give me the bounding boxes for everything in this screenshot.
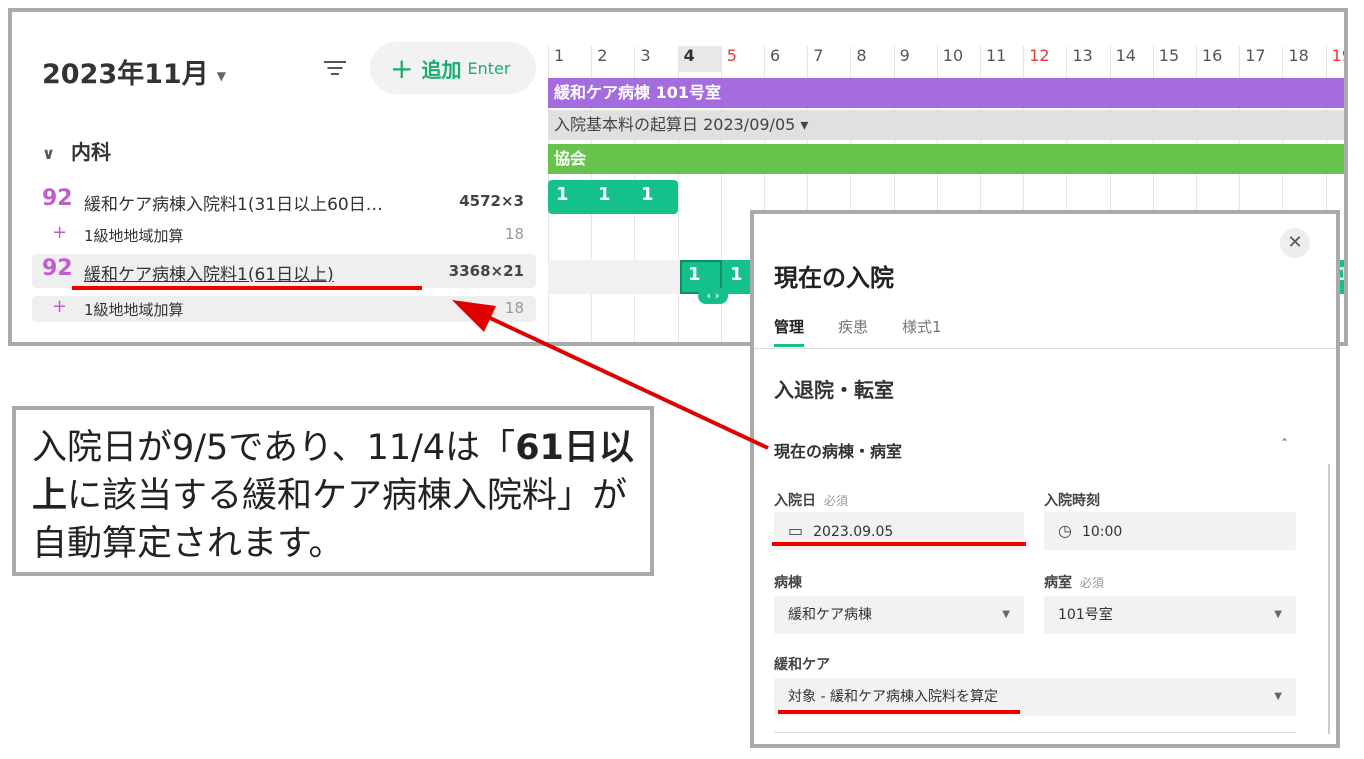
fee-cell[interactable]: 1 (598, 184, 611, 205)
row-label: 緩和ケア病棟入院料1(31日以上60日… (84, 195, 383, 215)
admit-time-field[interactable]: ◷ 10:00 (1044, 512, 1296, 550)
palliative-care-value: 対象 - 緩和ケア病棟入院料を算定 (788, 689, 998, 705)
fee-subrow[interactable]: + 1級地地域加算 18 (32, 222, 536, 248)
day-7[interactable]: 7 (807, 46, 850, 72)
annotation-underline (778, 710, 1020, 714)
room-label: 病室 必須 (1044, 572, 1104, 592)
month-selector[interactable]: 2023年11月 ▼ (42, 52, 226, 91)
dropdown-arrow-icon: ▼ (1274, 609, 1282, 620)
day-1[interactable]: 1 (548, 46, 591, 72)
scrollbar[interactable] (1328, 464, 1330, 734)
plus-icon: + (390, 51, 414, 85)
subrow-label: 1級地地域加算 (84, 301, 184, 319)
tab-diseases[interactable]: 疾患 (838, 316, 868, 337)
annotation-underline (772, 542, 1026, 546)
add-button-label: 追加 (421, 57, 462, 82)
add-button[interactable]: + 追加 Enter (370, 42, 536, 94)
room-value: 101号室 (1058, 607, 1113, 623)
add-button-shortcut: Enter (467, 58, 511, 78)
department-group[interactable]: ∨ 内科 (42, 136, 111, 165)
tab-form1[interactable]: 様式1 (902, 316, 942, 337)
annotation-text-part: 入院日が9/5であり、11/4は「 (32, 428, 516, 468)
day-5[interactable]: 5 (721, 46, 764, 72)
fee-cell[interactable]: 1 (641, 184, 654, 205)
palliative-care-label: 緩和ケア (774, 657, 830, 673)
annotation-callout: 入院日が9/5であり、11/4は「61日以上に該当する緩和ケア病棟入院料」が自動… (12, 406, 654, 576)
resize-handle-icon[interactable]: ‹ › (698, 288, 728, 304)
day-10[interactable]: 10 (937, 46, 980, 72)
row-number: 92 (42, 186, 73, 211)
day-3[interactable]: 3 (634, 46, 677, 72)
day-12[interactable]: 12 (1023, 46, 1066, 72)
admission-dialog: ✕ 現在の入院 管理 疾患 様式1 入退院・転室 現在の病棟・病室 ˆ 入院日必… (750, 210, 1340, 748)
day-19[interactable]: 19 (1326, 46, 1344, 72)
day-18[interactable]: 18 (1282, 46, 1325, 72)
fee-cell[interactable]: 1 (556, 184, 569, 205)
admit-time-label: 入院時刻 (1044, 493, 1100, 509)
annotation-text: 入院日が9/5であり、11/4は「61日以上に該当する緩和ケア病棟入院料」が自動… (32, 424, 642, 568)
dropdown-arrow-icon: ▼ (1002, 609, 1010, 620)
room-label-text: 病室 (1044, 575, 1072, 591)
day-16[interactable]: 16 (1196, 46, 1239, 72)
admit-date-label: 入院日 必須 (774, 490, 848, 510)
annotation-underline (72, 286, 422, 290)
day-15[interactable]: 15 (1153, 46, 1196, 72)
day-2[interactable]: 2 (591, 46, 634, 72)
tab-management[interactable]: 管理 (774, 316, 804, 337)
admit-date-label-text: 入院日 (774, 493, 816, 509)
fee-row[interactable]: 92 緩和ケア病棟入院料1(31日以上60日… 4572×3 (32, 184, 536, 218)
insurer-bar[interactable]: 協会 (548, 144, 1344, 174)
chevron-down-icon: ∨ (42, 144, 55, 163)
day-13[interactable]: 13 (1066, 46, 1109, 72)
row-number: 92 (42, 256, 73, 281)
tab-indicator (774, 344, 804, 347)
ward-select[interactable]: 緩和ケア病棟 ▼ (774, 596, 1024, 634)
plus-icon: + (52, 222, 68, 243)
dialog-title: 現在の入院 (774, 264, 894, 292)
subrow-number: 18 (504, 225, 524, 243)
close-icon[interactable]: ✕ (1280, 228, 1310, 258)
room-select[interactable]: 101号室 ▼ (1044, 596, 1296, 634)
divider (774, 732, 1296, 733)
required-mark: 必須 (1080, 576, 1105, 590)
day-14[interactable]: 14 (1110, 46, 1153, 72)
fee-row-selected[interactable]: 92 緩和ケア病棟入院料1(61日以上) 3368×21 (32, 254, 536, 288)
department-name: 内科 (71, 140, 111, 164)
row-label: 緩和ケア病棟入院料1(61日以上) (84, 265, 334, 285)
admit-date-value: 2023.09.05 (813, 524, 894, 540)
row-quantity: 4572×3 (459, 192, 524, 210)
fee-subrow[interactable]: + 1級地地域加算 18 (32, 296, 536, 322)
clock-icon: ◷ (1058, 521, 1072, 540)
section-title: 入退院・転室 (774, 378, 894, 402)
fee-cell: 1 (688, 264, 701, 285)
row-quantity: 3368×21 (448, 262, 524, 280)
day-6[interactable]: 6 (764, 46, 807, 72)
ward-value: 緩和ケア病棟 (788, 607, 872, 623)
annotation-text-part: に該当する緩和ケア病棟入院料」が自動算定されます。 (32, 476, 628, 564)
dropdown-arrow-icon: ▼ (1274, 691, 1282, 702)
fee-bar[interactable]: 1 1 1 (548, 180, 678, 214)
subsection-title[interactable]: 現在の病棟・病室 (774, 438, 902, 462)
caret-down-icon: ▼ (216, 68, 226, 83)
plus-icon: + (52, 296, 68, 317)
admit-time-value: 10:00 (1081, 524, 1123, 540)
filter-icon[interactable] (324, 58, 346, 78)
required-mark: 必須 (824, 494, 849, 508)
month-label: 2023年11月 (42, 59, 209, 90)
day-4[interactable]: 4 (677, 46, 721, 72)
day-8[interactable]: 8 (850, 46, 893, 72)
day-11[interactable]: 11 (980, 46, 1023, 72)
subrow-label: 1級地地域加算 (84, 227, 184, 245)
subrow-number: 18 (504, 299, 524, 317)
ward-label: 病棟 (774, 575, 802, 591)
divider (754, 348, 1336, 349)
day-9[interactable]: 9 (894, 46, 937, 72)
fee-cell[interactable]: 1 (730, 264, 743, 285)
ward-room-bar[interactable]: 緩和ケア病棟 101号室 (548, 78, 1344, 108)
base-date-bar[interactable]: 入院基本料の起算日 2023/09/05 ▾ (548, 110, 1344, 140)
chevron-up-icon[interactable]: ˆ (1281, 438, 1288, 454)
day-17[interactable]: 17 (1239, 46, 1282, 72)
